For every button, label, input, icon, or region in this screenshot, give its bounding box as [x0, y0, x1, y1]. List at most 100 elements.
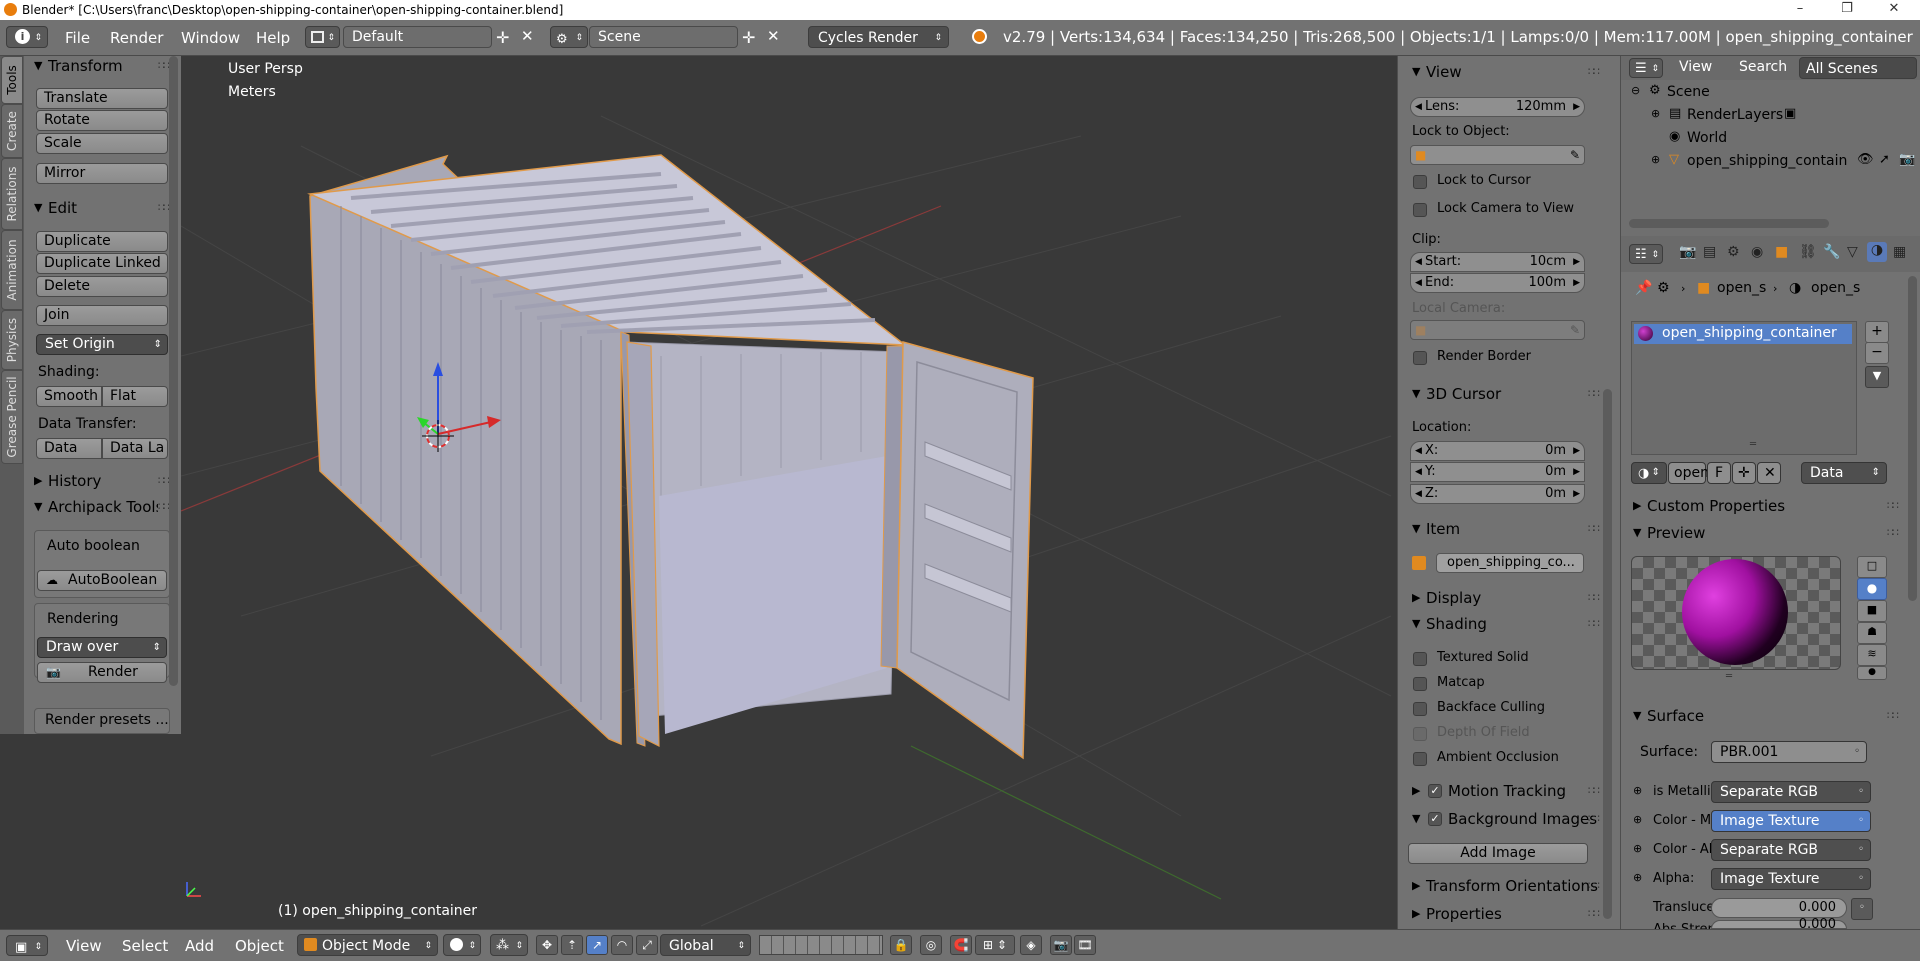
outliner-row-renderlayers[interactable]: ⊕ ▤ RenderLayers ▣	[1621, 105, 1920, 128]
panel-header-display[interactable]: ▶ Display ∷∷	[1406, 588, 1600, 610]
tab-animation[interactable]: Animation	[1, 230, 23, 310]
menu-render[interactable]: Render	[110, 29, 163, 47]
lock-to-cursor-checkbox[interactable]	[1413, 175, 1427, 189]
join-button[interactable]: Join	[36, 305, 168, 326]
archipack-render-button[interactable]: 📷 Render	[37, 662, 167, 683]
preview-cube-button[interactable]: ■	[1857, 600, 1887, 622]
flat-button[interactable]: Flat	[102, 386, 168, 407]
material-slot-list[interactable]: open_shipping_container ═	[1631, 321, 1857, 455]
expand-input-icon[interactable]: ⊕	[1633, 871, 1642, 884]
tab-tools[interactable]: Tools	[1, 56, 23, 104]
ambient-occlusion-checkbox[interactable]	[1413, 752, 1427, 766]
npanel-scrollbar[interactable]	[1603, 389, 1612, 919]
mirror-button[interactable]: Mirror	[36, 163, 168, 184]
interaction-mode-dropdown[interactable]: Object Mode ⇕	[297, 934, 438, 956]
eyedropper-icon[interactable]: ✎	[1570, 146, 1580, 164]
material-browse-button[interactable]: ◑ ⇕	[1631, 462, 1667, 484]
panel-header-transform[interactable]: ▼ Transform ∷∷	[28, 56, 170, 78]
panel-header-item[interactable]: ▼ Item ∷∷	[1406, 519, 1600, 541]
add-image-button[interactable]: Add Image	[1408, 843, 1588, 864]
3d-viewport[interactable]: User Persp Meters (1) open_shipping_cont…	[181, 56, 1397, 929]
panel-header-motion-tracking[interactable]: ▶ ✓ Motion Tracking ∷∷	[1406, 781, 1600, 803]
translucent-input-button[interactable]: ◦	[1851, 898, 1873, 920]
minimize-button[interactable]: –	[1780, 0, 1820, 20]
grip-icon[interactable]: ∷∷	[1887, 499, 1899, 512]
smooth-button[interactable]: Smooth	[36, 386, 102, 407]
rotate-button[interactable]: Rotate	[36, 110, 168, 131]
grip-icon[interactable]: ∷∷	[1588, 387, 1600, 400]
delete-layout-icon[interactable]: ✕	[521, 27, 534, 45]
render-presets-box[interactable]: Render presets ...	[34, 708, 170, 734]
alpha-input-dropdown[interactable]: Image Texture ◦	[1711, 868, 1871, 890]
preview-hair-button[interactable]: ≋	[1857, 644, 1887, 666]
color-ab-input-dropdown[interactable]: Separate RGB ◦	[1711, 839, 1871, 861]
lens-field[interactable]: ◀ Lens: 120mm ▶	[1410, 97, 1585, 117]
transform-orientation-dropdown[interactable]: Global ⇕	[660, 934, 751, 956]
grip-icon[interactable]: ∷∷	[158, 59, 170, 72]
properties-editor-type-button[interactable]: ☷ ⇕	[1629, 244, 1663, 264]
outliner-display-mode-dropdown[interactable]: All Scenes	[1799, 57, 1917, 79]
preview-flat-button[interactable]: □	[1857, 556, 1887, 578]
scale-button[interactable]: Scale	[36, 133, 168, 154]
snap-element-dropdown[interactable]: ⊞ ⇕	[975, 935, 1015, 955]
scene-type-button[interactable]: ⚙ ⇕	[550, 26, 588, 48]
opengl-render-button[interactable]: 📷	[1050, 935, 1072, 955]
render-tab-icon[interactable]: 📷	[1679, 244, 1696, 260]
list-resize-grip-icon[interactable]: ═	[1750, 439, 1756, 450]
collapse-icon[interactable]: ⊖	[1631, 84, 1640, 97]
clip-start-field[interactable]: ◀ Start: 10cm ▶	[1410, 252, 1585, 272]
backface-culling-checkbox[interactable]	[1413, 702, 1427, 716]
panel-header-edit[interactable]: ▼ Edit ∷∷	[28, 198, 170, 220]
panel-header-archipack[interactable]: ▼ Archipack Tools ∷∷	[28, 497, 170, 519]
viewport-editor-type-button[interactable]: ▣ ⇕	[6, 935, 48, 956]
cursor-z-field[interactable]: ◀ Z: 0m ▶	[1410, 484, 1585, 504]
new-material-button[interactable]: ✛	[1732, 462, 1756, 484]
outliner-search-menu[interactable]: Search	[1739, 59, 1787, 75]
textured-solid-checkbox[interactable]	[1413, 652, 1427, 666]
lock-layers-button[interactable]: 🔒	[890, 935, 912, 955]
remove-slot-button[interactable]: −	[1865, 342, 1889, 364]
menu-object[interactable]: Object	[235, 937, 284, 955]
background-images-checkbox[interactable]: ✓	[1428, 812, 1442, 826]
duplicate-button[interactable]: Duplicate	[36, 231, 168, 252]
snap-target-button[interactable]: ◈	[1020, 935, 1042, 955]
close-button[interactable]: ✕	[1874, 0, 1914, 20]
grip-icon[interactable]: ∷∷	[158, 474, 170, 487]
panel-header-view[interactable]: ▼ View ∷∷	[1406, 62, 1600, 84]
grip-icon[interactable]: ∷∷	[1588, 784, 1600, 797]
menu-file[interactable]: File	[65, 29, 90, 47]
layer-buttons[interactable]	[759, 935, 883, 955]
menu-help[interactable]: Help	[256, 29, 290, 47]
screen-layout-field[interactable]: Default	[343, 26, 492, 48]
pin-icon[interactable]: 📌	[1635, 280, 1652, 296]
panel-header-background-images[interactable]: ▼ ✓ Background Images ∷∷	[1406, 809, 1600, 831]
panel-header-surface[interactable]: ▼ Surface ∷∷	[1627, 706, 1899, 728]
matcap-checkbox[interactable]	[1413, 677, 1427, 691]
add-slot-button[interactable]: +	[1865, 321, 1889, 343]
select-cursor-icon[interactable]: ➚	[1879, 152, 1890, 167]
material-name-field[interactable]: open	[1668, 462, 1709, 484]
expand-input-icon[interactable]: ⊕	[1633, 842, 1642, 855]
preview-resize-grip-icon[interactable]: ═	[1726, 671, 1732, 682]
lock-camera-checkbox[interactable]	[1413, 203, 1427, 217]
data-layout-button[interactable]: Data La	[102, 438, 168, 459]
outliner-h-scrollbar[interactable]	[1629, 219, 1829, 228]
add-layout-icon[interactable]: ✛	[496, 28, 509, 47]
snap-toggle-button[interactable]: 🧲	[950, 935, 972, 955]
clip-end-field[interactable]: ◀ End: 100m ▶	[1410, 273, 1585, 293]
draw-over-dropdown[interactable]: Draw over ⇕	[37, 637, 167, 658]
duplicate-linked-button[interactable]: Duplicate Linked	[36, 253, 168, 274]
data-transfer-button[interactable]: Data	[36, 438, 102, 459]
panel-header-history[interactable]: ▶ History ∷∷	[28, 471, 170, 493]
grip-icon[interactable]: ∷∷	[158, 201, 170, 214]
grip-icon[interactable]: ∷∷	[1588, 522, 1600, 535]
preview-monkey-button[interactable]: ☗	[1857, 622, 1887, 644]
expand-icon[interactable]: ⊕	[1651, 153, 1660, 166]
item-name-field[interactable]: open_shipping_co...	[1436, 553, 1584, 573]
grip-icon[interactable]: ∷∷	[1588, 879, 1600, 892]
fake-user-button[interactable]: F	[1707, 462, 1731, 484]
cursor-x-field[interactable]: ◀ X: 0m ▶	[1410, 441, 1585, 461]
viewport-shading-dropdown[interactable]: ⇕	[443, 934, 481, 956]
toolshelf-scrollbar[interactable]	[169, 56, 178, 686]
surface-shader-dropdown[interactable]: PBR.001 ◦	[1711, 741, 1867, 763]
